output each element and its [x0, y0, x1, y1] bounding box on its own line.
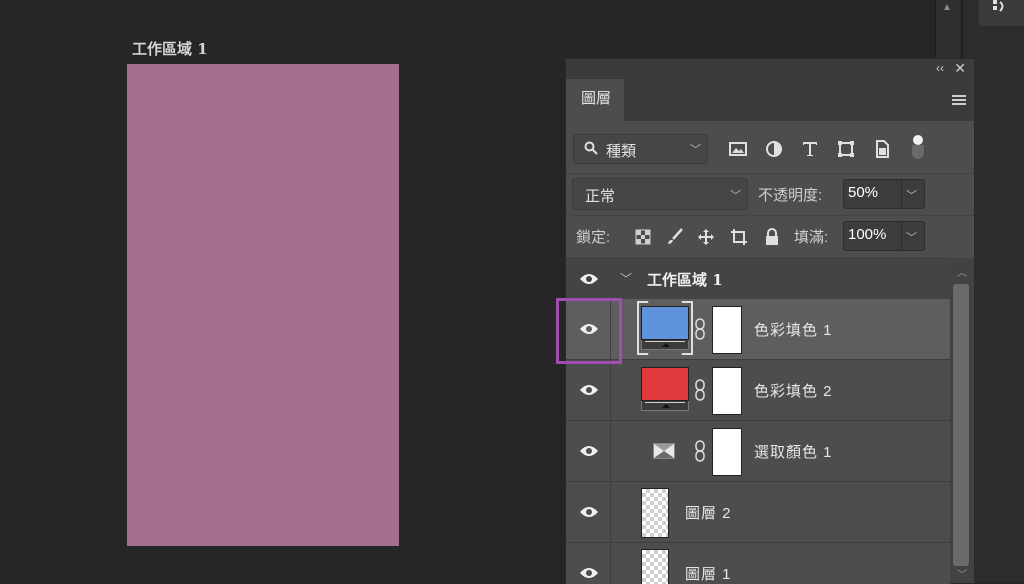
artboard-title[interactable]: 工作區域 1: [132, 38, 208, 59]
lock-label: 鎖定:: [576, 229, 611, 246]
close-icon[interactable]: ✕: [954, 60, 966, 77]
link-icon[interactable]: [694, 379, 706, 401]
filter-row: 種類 ﹀: [566, 121, 974, 173]
layers-scrollbar[interactable]: ︿ ﹀: [950, 258, 974, 583]
lock-artboard-icon[interactable]: [730, 228, 748, 246]
filter-toggle[interactable]: [912, 135, 924, 161]
collapse-icon[interactable]: ‹‹: [936, 61, 944, 75]
layer-name[interactable]: 選取顏色 1: [754, 441, 833, 462]
layer-name[interactable]: 圖層 1: [685, 563, 732, 584]
blend-mode-value: 正常: [585, 188, 616, 205]
panel-topbar[interactable]: ‹‹ ✕: [566, 59, 974, 79]
link-icon[interactable]: [694, 318, 706, 340]
type-filter-icon[interactable]: [801, 140, 819, 158]
chevron-down-icon[interactable]: ﹀: [620, 270, 632, 287]
scroll-up-icon[interactable]: ▲: [942, 2, 952, 13]
fill-thumbnail[interactable]: [641, 367, 689, 411]
layer-mask-thumbnail[interactable]: [712, 306, 742, 354]
scroll-up-icon[interactable]: ︿: [957, 264, 967, 279]
layer-name[interactable]: 色彩填色 1: [754, 319, 833, 340]
blend-mode-select[interactable]: 正常 ﹀: [572, 178, 748, 210]
visibility-toggle[interactable]: [566, 482, 611, 542]
opacity-field[interactable]: 50% ﹀: [843, 179, 925, 209]
pixel-layer-thumbnail[interactable]: [641, 549, 669, 584]
layers-panel: ‹‹ ✕ 圖層 種類 ﹀ 正常 ﹀ 不透明度: 50% ﹀ 鎖定: 填滿: 10…: [565, 58, 975, 584]
fill-field[interactable]: 100% ﹀: [843, 221, 925, 251]
layer-name[interactable]: 工作區域 1: [647, 269, 723, 290]
chevron-down-icon[interactable]: ﹀: [906, 187, 917, 203]
eye-icon: [580, 568, 598, 578]
properties-icon: [993, 0, 1004, 12]
lock-position-icon[interactable]: [697, 228, 715, 246]
artboard[interactable]: [127, 64, 399, 546]
visibility-toggle[interactable]: [566, 421, 611, 481]
layers-list: ﹀ 工作區域 1 色彩填色 1 色彩填色 2 選取顏色 1 圖層 2 圖層 1: [566, 258, 950, 584]
scrollbar-thumb[interactable]: [953, 284, 969, 566]
chevron-down-icon[interactable]: ﹀: [906, 229, 917, 245]
chevron-down-icon: ﹀: [730, 190, 741, 202]
layer-row-layer-2[interactable]: 圖層 2: [566, 482, 950, 543]
eye-icon: [580, 385, 598, 395]
lock-all-icon[interactable]: [763, 228, 781, 246]
visibility-toggle[interactable]: [566, 543, 611, 584]
layer-name[interactable]: 圖層 2: [685, 502, 732, 523]
shape-filter-icon[interactable]: [837, 140, 855, 158]
filter-kind-label: 種類: [606, 143, 637, 160]
panel-menu-icon[interactable]: [952, 95, 966, 107]
chevron-down-icon: ﹀: [690, 144, 701, 156]
lock-transparent-pixels-icon[interactable]: [634, 228, 652, 246]
layer-mask-thumbnail[interactable]: [712, 367, 742, 415]
lock-image-pixels-icon[interactable]: [666, 228, 684, 246]
layer-row-color-fill-1[interactable]: 色彩填色 1: [566, 299, 950, 360]
image-filter-icon[interactable]: [729, 140, 747, 158]
fill-label: 填滿:: [794, 229, 829, 246]
search-icon: [584, 141, 598, 155]
eye-icon: [580, 446, 598, 456]
scroll-down-icon[interactable]: ﹀: [957, 566, 967, 581]
selective-color-adjustment-icon[interactable]: [653, 443, 675, 459]
eye-icon: [580, 507, 598, 517]
panel-tabbar: 圖層: [566, 79, 974, 121]
fill-value[interactable]: 100%: [848, 226, 886, 243]
tab-layers[interactable]: 圖層: [566, 79, 624, 121]
adjustment-filter-icon[interactable]: [765, 140, 783, 158]
link-icon[interactable]: [694, 440, 706, 462]
pixel-layer-thumbnail[interactable]: [641, 488, 669, 538]
properties-tool-button[interactable]: [979, 0, 1024, 26]
opacity-label: 不透明度:: [758, 187, 823, 204]
tab-label: 圖層: [581, 90, 612, 107]
eye-icon: [580, 274, 598, 284]
layer-row-layer-1[interactable]: 圖層 1: [566, 543, 950, 584]
opacity-value[interactable]: 50%: [848, 184, 878, 201]
visibility-toggle[interactable]: [566, 360, 611, 420]
layer-row-selective-color[interactable]: 選取顏色 1: [566, 421, 950, 482]
visibility-toggle[interactable]: [566, 259, 610, 299]
filter-kind-select[interactable]: 種類 ﹀: [573, 134, 708, 164]
layer-row-artboard[interactable]: ﹀ 工作區域 1: [566, 259, 950, 300]
smart-object-filter-icon[interactable]: [873, 140, 891, 158]
fill-thumbnail[interactable]: [641, 306, 689, 350]
lock-row: 鎖定: 填滿: 100% ﹀: [566, 215, 974, 258]
highlight-box: [556, 298, 622, 364]
layer-row-color-fill-2[interactable]: 色彩填色 2: [566, 360, 950, 421]
blend-row: 正常 ﹀ 不透明度: 50% ﹀: [566, 173, 974, 216]
layer-name[interactable]: 色彩填色 2: [754, 380, 833, 401]
layer-mask-thumbnail[interactable]: [712, 428, 742, 476]
